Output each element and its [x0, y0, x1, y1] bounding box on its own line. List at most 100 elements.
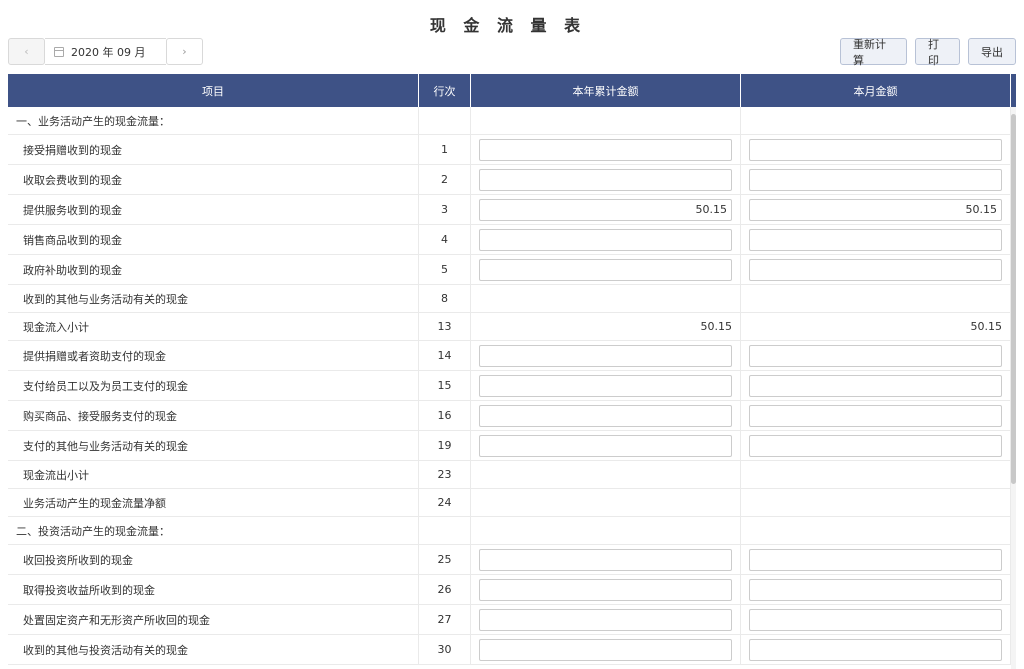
date-field[interactable]: 2020 年 09 月	[45, 38, 166, 65]
month-amount-cell	[741, 285, 1011, 312]
month-amount-input[interactable]	[749, 578, 1002, 601]
col-header-month-amount: 本月金额	[741, 74, 1011, 107]
month-amount-cell: 50.15	[741, 195, 1011, 224]
year-total-cell: 50.15	[471, 313, 741, 340]
month-amount-cell	[741, 461, 1011, 488]
row-line-number: 15	[419, 371, 471, 400]
month-amount-input[interactable]	[749, 404, 1002, 427]
month-amount-input[interactable]	[749, 228, 1002, 251]
year-total-cell	[471, 431, 741, 460]
year-total-cell	[471, 461, 741, 488]
row-line-number: 27	[419, 605, 471, 634]
row-label: 提供服务收到的现金	[8, 195, 419, 224]
row-line-number: 4	[419, 225, 471, 254]
month-amount-cell	[741, 431, 1011, 460]
row-label: 收取会费收到的现金	[8, 165, 419, 194]
month-amount-input[interactable]	[749, 138, 1002, 161]
year-total-input[interactable]	[479, 168, 732, 191]
table-row: 收取会费收到的现金 2	[8, 165, 1016, 195]
month-amount-input[interactable]	[749, 258, 1002, 281]
month-amount-cell	[741, 341, 1011, 370]
table-row: 销售商品收到的现金 4	[8, 225, 1016, 255]
year-total-input[interactable]: 50.15	[479, 198, 732, 221]
table-row: 处置固定资产和无形资产所收回的现金 27	[8, 605, 1016, 635]
month-amount-cell	[741, 545, 1011, 574]
year-total-input[interactable]	[479, 548, 732, 571]
col-header-item: 项目	[8, 74, 419, 107]
chevron-left-icon: ‹	[24, 45, 29, 58]
year-total-input[interactable]	[479, 578, 732, 601]
month-amount-cell	[741, 605, 1011, 634]
table-row: 购买商品、接受服务支付的现金 16	[8, 401, 1016, 431]
year-total-input[interactable]	[479, 608, 732, 631]
year-total-input[interactable]	[479, 374, 732, 397]
year-total-input[interactable]	[479, 344, 732, 367]
table-row: 取得投资收益所收到的现金 26	[8, 575, 1016, 605]
year-total-cell	[471, 165, 741, 194]
date-picker: ‹ 2020 年 09 月 ›	[8, 38, 203, 65]
row-line-number	[419, 107, 471, 134]
row-line-number: 2	[419, 165, 471, 194]
row-label: 处置固定资产和无形资产所收回的现金	[8, 605, 419, 634]
month-amount-input[interactable]: 50.15	[749, 198, 1002, 221]
month-amount-cell	[741, 371, 1011, 400]
page-title: 现 金 流 量 表	[429, 16, 587, 35]
row-label: 二、投资活动产生的现金流量：	[8, 517, 419, 544]
year-total-input[interactable]	[479, 434, 732, 457]
row-line-number: 13	[419, 313, 471, 340]
year-total-cell	[471, 285, 741, 312]
month-amount-input[interactable]	[749, 638, 1002, 661]
row-line-number: 5	[419, 255, 471, 284]
year-total-input[interactable]	[479, 404, 732, 427]
row-line-number: 3	[419, 195, 471, 224]
next-month-button[interactable]: ›	[166, 38, 203, 65]
row-label: 业务活动产生的现金流量净额	[8, 489, 419, 516]
col-header-year-total: 本年累计金额	[471, 74, 741, 107]
scrollbar-thumb[interactable]	[1011, 114, 1016, 484]
row-label: 收到的其他与投资活动有关的现金	[8, 635, 419, 664]
year-total-cell	[471, 371, 741, 400]
row-line-number: 25	[419, 545, 471, 574]
print-button[interactable]: 打印	[915, 38, 960, 67]
table-row: 现金流入小计 13 50.15 50.15	[8, 313, 1016, 341]
month-amount-input[interactable]	[749, 374, 1002, 397]
year-total-cell	[471, 225, 741, 254]
row-label: 收到的其他与业务活动有关的现金	[8, 285, 419, 312]
prev-month-button[interactable]: ‹	[8, 38, 45, 65]
row-label: 收回投资所收到的现金	[8, 545, 419, 574]
year-total-cell	[471, 635, 741, 664]
month-amount-input[interactable]	[749, 548, 1002, 571]
calendar-icon	[54, 46, 64, 57]
month-amount-cell	[741, 165, 1011, 194]
year-total-input[interactable]	[479, 638, 732, 661]
month-amount-cell	[741, 635, 1011, 664]
export-button[interactable]: 导出	[968, 38, 1016, 65]
year-total-cell	[471, 255, 741, 284]
month-amount-cell	[741, 107, 1011, 134]
month-amount-input[interactable]	[749, 608, 1002, 631]
year-total-input[interactable]	[479, 138, 732, 161]
table-row: 接受捐赠收到的现金 1	[8, 135, 1016, 165]
year-total-cell	[471, 135, 741, 164]
row-label: 支付的其他与业务活动有关的现金	[8, 431, 419, 460]
recalculate-button[interactable]: 重新计算	[840, 38, 907, 67]
month-amount-input[interactable]	[749, 168, 1002, 191]
table-header: 项目 行次 本年累计金额 本月金额	[8, 74, 1016, 107]
month-amount-cell: 50.15	[741, 313, 1011, 340]
year-total-input[interactable]	[479, 228, 732, 251]
year-total-cell	[471, 517, 741, 544]
row-label: 销售商品收到的现金	[8, 225, 419, 254]
col-header-line: 行次	[419, 74, 471, 107]
year-total-cell	[471, 401, 741, 430]
row-label: 接受捐赠收到的现金	[8, 135, 419, 164]
row-line-number: 26	[419, 575, 471, 604]
month-amount-cell	[741, 255, 1011, 284]
month-amount-input[interactable]	[749, 434, 1002, 457]
row-label: 一、业务活动产生的现金流量：	[8, 107, 419, 134]
year-total-cell	[471, 605, 741, 634]
month-amount-input[interactable]	[749, 344, 1002, 367]
row-label: 支付给员工以及为员工支付的现金	[8, 371, 419, 400]
year-total-cell	[471, 489, 741, 516]
year-total-input[interactable]	[479, 258, 732, 281]
row-line-number: 1	[419, 135, 471, 164]
